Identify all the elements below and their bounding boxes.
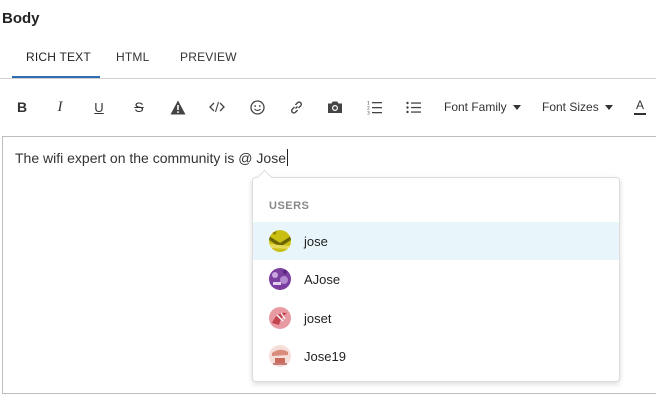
mention-user-ajose[interactable]: AJose [253, 260, 619, 298]
underline-button[interactable]: U [89, 88, 109, 126]
text-caret [286, 149, 288, 166]
bold-button[interactable]: B [12, 88, 32, 126]
user-avatar [269, 307, 291, 329]
font-color-button[interactable]: A [630, 88, 650, 126]
user-avatar [269, 230, 291, 252]
editor-content[interactable]: The wifi expert on the community is @ Jo… [15, 149, 288, 166]
user-name: jose [304, 233, 328, 249]
editor-tabs: RICH TEXT HTML PREVIEW [0, 40, 656, 79]
svg-text:3: 3 [367, 110, 370, 115]
tab-preview[interactable]: PREVIEW [180, 50, 237, 64]
bold-icon: B [16, 99, 28, 115]
font-sizes-label: Font Sizes [542, 100, 599, 114]
ordered-list-icon: 123 [367, 100, 382, 115]
formatting-toolbar: B I U S 123 Font Family Font Sizes A [0, 88, 656, 126]
link-button[interactable] [286, 88, 306, 126]
warning-button[interactable] [168, 88, 188, 126]
user-name: joset [304, 310, 332, 326]
code-button[interactable] [207, 88, 227, 126]
user-name: AJose [304, 271, 341, 287]
font-family-dropdown[interactable]: Font Family [444, 88, 524, 126]
bullet-list-button[interactable] [404, 88, 424, 126]
user-avatar [269, 268, 291, 290]
mention-suggestions-popup: USERS jose AJose joset Jose19 [252, 169, 620, 382]
link-icon [290, 100, 302, 114]
warning-icon [170, 100, 186, 114]
font-color-swatch [634, 113, 646, 115]
user-avatar [269, 345, 291, 367]
caret-down-icon [604, 104, 613, 110]
emoji-icon [249, 99, 265, 115]
ordered-list-button[interactable]: 123 [365, 88, 385, 126]
font-color-icon: A [635, 98, 644, 112]
strikethrough-button[interactable]: S [129, 88, 149, 126]
active-tab-indicator [12, 76, 100, 78]
strikethrough-icon: S [134, 99, 144, 115]
mention-section-header: USERS [269, 200, 310, 212]
tab-rich-text[interactable]: RICH TEXT [26, 50, 91, 64]
section-title: Body [2, 10, 40, 27]
bullet-list-icon [406, 101, 421, 113]
underline-icon: U [94, 99, 104, 115]
font-family-label: Font Family [444, 100, 507, 114]
mention-user-joset[interactable]: joset [253, 299, 619, 337]
caret-down-icon [512, 104, 521, 110]
italic-icon: I [57, 98, 63, 115]
user-name: Jose19 [304, 348, 346, 364]
editor-text: The wifi expert on the community is @ Jo… [15, 150, 286, 166]
italic-button[interactable]: I [50, 88, 70, 126]
tab-html[interactable]: HTML [116, 50, 149, 64]
code-icon [209, 101, 225, 113]
mention-user-jose[interactable]: jose [253, 222, 619, 260]
emoji-button[interactable] [247, 88, 267, 126]
mention-user-jose19[interactable]: Jose19 [253, 337, 619, 375]
font-sizes-dropdown[interactable]: Font Sizes [542, 88, 616, 126]
image-button[interactable] [325, 88, 345, 126]
camera-icon [328, 101, 342, 113]
